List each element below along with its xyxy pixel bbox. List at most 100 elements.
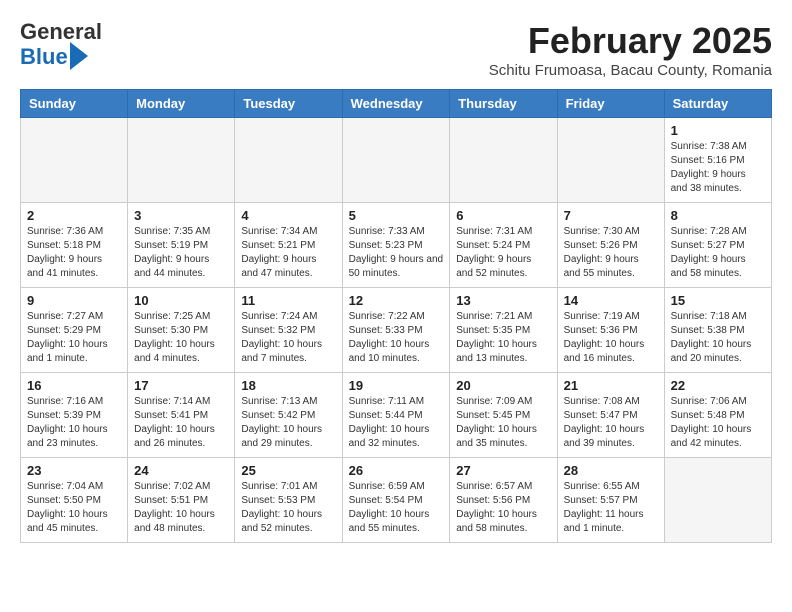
day-info: Sunrise: 7:02 AM Sunset: 5:51 PM Dayligh… xyxy=(134,480,228,536)
page-header: General Blue February 2025 Schitu Frumoa… xyxy=(20,20,772,79)
subtitle: Schitu Frumoasa, Bacau County, Romania xyxy=(489,62,772,79)
day-number: 21 xyxy=(564,378,658,393)
day-number: 18 xyxy=(241,378,335,393)
calendar-cell: 9 Sunrise: 7:27 AM Sunset: 5:29 PM Daylig… xyxy=(21,288,128,373)
day-info: Sunrise: 7:34 AM Sunset: 5:21 PM Dayligh… xyxy=(241,225,335,281)
day-info: Sunrise: 7:04 AM Sunset: 5:50 PM Dayligh… xyxy=(27,480,121,536)
week-row-2: 2 Sunrise: 7:36 AM Sunset: 5:18 PM Daylig… xyxy=(21,203,772,288)
calendar-cell xyxy=(450,118,557,203)
calendar-cell: 8 Sunrise: 7:28 AM Sunset: 5:27 PM Daylig… xyxy=(664,203,771,288)
week-row-1: 1 Sunrise: 7:38 AM Sunset: 5:16 PM Daylig… xyxy=(21,118,772,203)
day-number: 24 xyxy=(134,463,228,478)
logo: General Blue xyxy=(20,20,102,70)
calendar-cell: 17 Sunrise: 7:14 AM Sunset: 5:41 PM Dayli… xyxy=(128,373,235,458)
calendar-cell: 27 Sunrise: 6:57 AM Sunset: 5:56 PM Dayli… xyxy=(450,458,557,543)
week-row-5: 23 Sunrise: 7:04 AM Sunset: 5:50 PM Dayli… xyxy=(21,458,772,543)
calendar-table: SundayMondayTuesdayWednesdayThursdayFrid… xyxy=(20,89,772,543)
calendar-cell xyxy=(664,458,771,543)
day-info: Sunrise: 7:35 AM Sunset: 5:19 PM Dayligh… xyxy=(134,225,228,281)
day-number: 13 xyxy=(456,293,550,308)
day-info: Sunrise: 7:38 AM Sunset: 5:16 PM Dayligh… xyxy=(671,140,765,196)
day-number: 22 xyxy=(671,378,765,393)
day-number: 28 xyxy=(564,463,658,478)
day-info: Sunrise: 7:06 AM Sunset: 5:48 PM Dayligh… xyxy=(671,395,765,451)
day-number: 25 xyxy=(241,463,335,478)
logo-text: General xyxy=(20,20,102,44)
header-sunday: Sunday xyxy=(21,90,128,118)
day-info: Sunrise: 7:11 AM Sunset: 5:44 PM Dayligh… xyxy=(349,395,444,451)
calendar-cell xyxy=(21,118,128,203)
header-saturday: Saturday xyxy=(664,90,771,118)
calendar-cell xyxy=(557,118,664,203)
calendar-cell: 12Sunrise: 7:22 AM Sunset: 5:33 PM Dayli… xyxy=(342,288,450,373)
day-number: 11 xyxy=(241,293,335,308)
header-wednesday: Wednesday xyxy=(342,90,450,118)
logo-arrow-icon xyxy=(70,42,88,70)
day-info: Sunrise: 7:24 AM Sunset: 5:32 PM Dayligh… xyxy=(241,310,335,366)
calendar-cell: 4 Sunrise: 7:34 AM Sunset: 5:21 PM Daylig… xyxy=(235,203,342,288)
day-info: Sunrise: 7:28 AM Sunset: 5:27 PM Dayligh… xyxy=(671,225,765,281)
day-number: 14 xyxy=(564,293,658,308)
day-number: 19 xyxy=(349,378,444,393)
day-number: 27 xyxy=(456,463,550,478)
day-info: Sunrise: 7:18 AM Sunset: 5:38 PM Dayligh… xyxy=(671,310,765,366)
calendar-cell: 20Sunrise: 7:09 AM Sunset: 5:45 PM Dayli… xyxy=(450,373,557,458)
calendar-cell: 24 Sunrise: 7:02 AM Sunset: 5:51 PM Dayli… xyxy=(128,458,235,543)
header-friday: Friday xyxy=(557,90,664,118)
calendar-cell: 1 Sunrise: 7:38 AM Sunset: 5:16 PM Daylig… xyxy=(664,118,771,203)
calendar-cell xyxy=(128,118,235,203)
calendar-cell: 6 Sunrise: 7:31 AM Sunset: 5:24 PM Daylig… xyxy=(450,203,557,288)
day-info: Sunrise: 7:21 AM Sunset: 5:35 PM Dayligh… xyxy=(456,310,550,366)
day-number: 26 xyxy=(349,463,444,478)
calendar-cell: 10Sunrise: 7:25 AM Sunset: 5:30 PM Dayli… xyxy=(128,288,235,373)
calendar-cell: 2 Sunrise: 7:36 AM Sunset: 5:18 PM Daylig… xyxy=(21,203,128,288)
day-info: Sunrise: 7:16 AM Sunset: 5:39 PM Dayligh… xyxy=(27,395,121,451)
day-number: 20 xyxy=(456,378,550,393)
day-info: Sunrise: 7:31 AM Sunset: 5:24 PM Dayligh… xyxy=(456,225,550,281)
day-number: 6 xyxy=(456,208,550,223)
day-info: Sunrise: 7:27 AM Sunset: 5:29 PM Dayligh… xyxy=(27,310,121,366)
calendar-cell xyxy=(235,118,342,203)
day-number: 17 xyxy=(134,378,228,393)
day-number: 12 xyxy=(349,293,444,308)
day-number: 23 xyxy=(27,463,121,478)
logo-blue: Blue xyxy=(20,45,68,69)
day-info: Sunrise: 7:01 AM Sunset: 5:53 PM Dayligh… xyxy=(241,480,335,536)
day-info: Sunrise: 6:59 AM Sunset: 5:54 PM Dayligh… xyxy=(349,480,444,536)
day-info: Sunrise: 7:36 AM Sunset: 5:18 PM Dayligh… xyxy=(27,225,121,281)
day-info: Sunrise: 6:57 AM Sunset: 5:56 PM Dayligh… xyxy=(456,480,550,536)
calendar-cell: 28 Sunrise: 6:55 AM Sunset: 5:57 PM Dayli… xyxy=(557,458,664,543)
header-tuesday: Tuesday xyxy=(235,90,342,118)
calendar-cell: 15 Sunrise: 7:18 AM Sunset: 5:38 PM Dayli… xyxy=(664,288,771,373)
header-thursday: Thursday xyxy=(450,90,557,118)
day-info: Sunrise: 7:14 AM Sunset: 5:41 PM Dayligh… xyxy=(134,395,228,451)
week-row-4: 16 Sunrise: 7:16 AM Sunset: 5:39 PM Dayli… xyxy=(21,373,772,458)
day-number: 1 xyxy=(671,123,765,138)
day-number: 15 xyxy=(671,293,765,308)
day-number: 4 xyxy=(241,208,335,223)
day-number: 2 xyxy=(27,208,121,223)
calendar-cell: 14Sunrise: 7:19 AM Sunset: 5:36 PM Dayli… xyxy=(557,288,664,373)
calendar-cell: 7Sunrise: 7:30 AM Sunset: 5:26 PM Daylig… xyxy=(557,203,664,288)
calendar-cell: 5Sunrise: 7:33 AM Sunset: 5:23 PM Daylig… xyxy=(342,203,450,288)
calendar-cell: 13 Sunrise: 7:21 AM Sunset: 5:35 PM Dayli… xyxy=(450,288,557,373)
month-title: February 2025 xyxy=(489,20,772,62)
calendar-cell: 11 Sunrise: 7:24 AM Sunset: 5:32 PM Dayli… xyxy=(235,288,342,373)
logo-general: General xyxy=(20,19,102,44)
header-monday: Monday xyxy=(128,90,235,118)
day-number: 5 xyxy=(349,208,444,223)
day-number: 3 xyxy=(134,208,228,223)
day-info: Sunrise: 7:30 AM Sunset: 5:26 PM Dayligh… xyxy=(564,225,658,281)
calendar-cell: 18Sunrise: 7:13 AM Sunset: 5:42 PM Dayli… xyxy=(235,373,342,458)
day-number: 8 xyxy=(671,208,765,223)
calendar-cell xyxy=(342,118,450,203)
weekday-header-row: SundayMondayTuesdayWednesdayThursdayFrid… xyxy=(21,90,772,118)
calendar-cell: 23 Sunrise: 7:04 AM Sunset: 5:50 PM Dayli… xyxy=(21,458,128,543)
day-number: 9 xyxy=(27,293,121,308)
day-number: 16 xyxy=(27,378,121,393)
calendar-cell: 16 Sunrise: 7:16 AM Sunset: 5:39 PM Dayli… xyxy=(21,373,128,458)
calendar-cell: 26 Sunrise: 6:59 AM Sunset: 5:54 PM Dayli… xyxy=(342,458,450,543)
calendar-cell: 21Sunrise: 7:08 AM Sunset: 5:47 PM Dayli… xyxy=(557,373,664,458)
day-info: Sunrise: 6:55 AM Sunset: 5:57 PM Dayligh… xyxy=(564,480,658,536)
calendar-cell: 3 Sunrise: 7:35 AM Sunset: 5:19 PM Daylig… xyxy=(128,203,235,288)
